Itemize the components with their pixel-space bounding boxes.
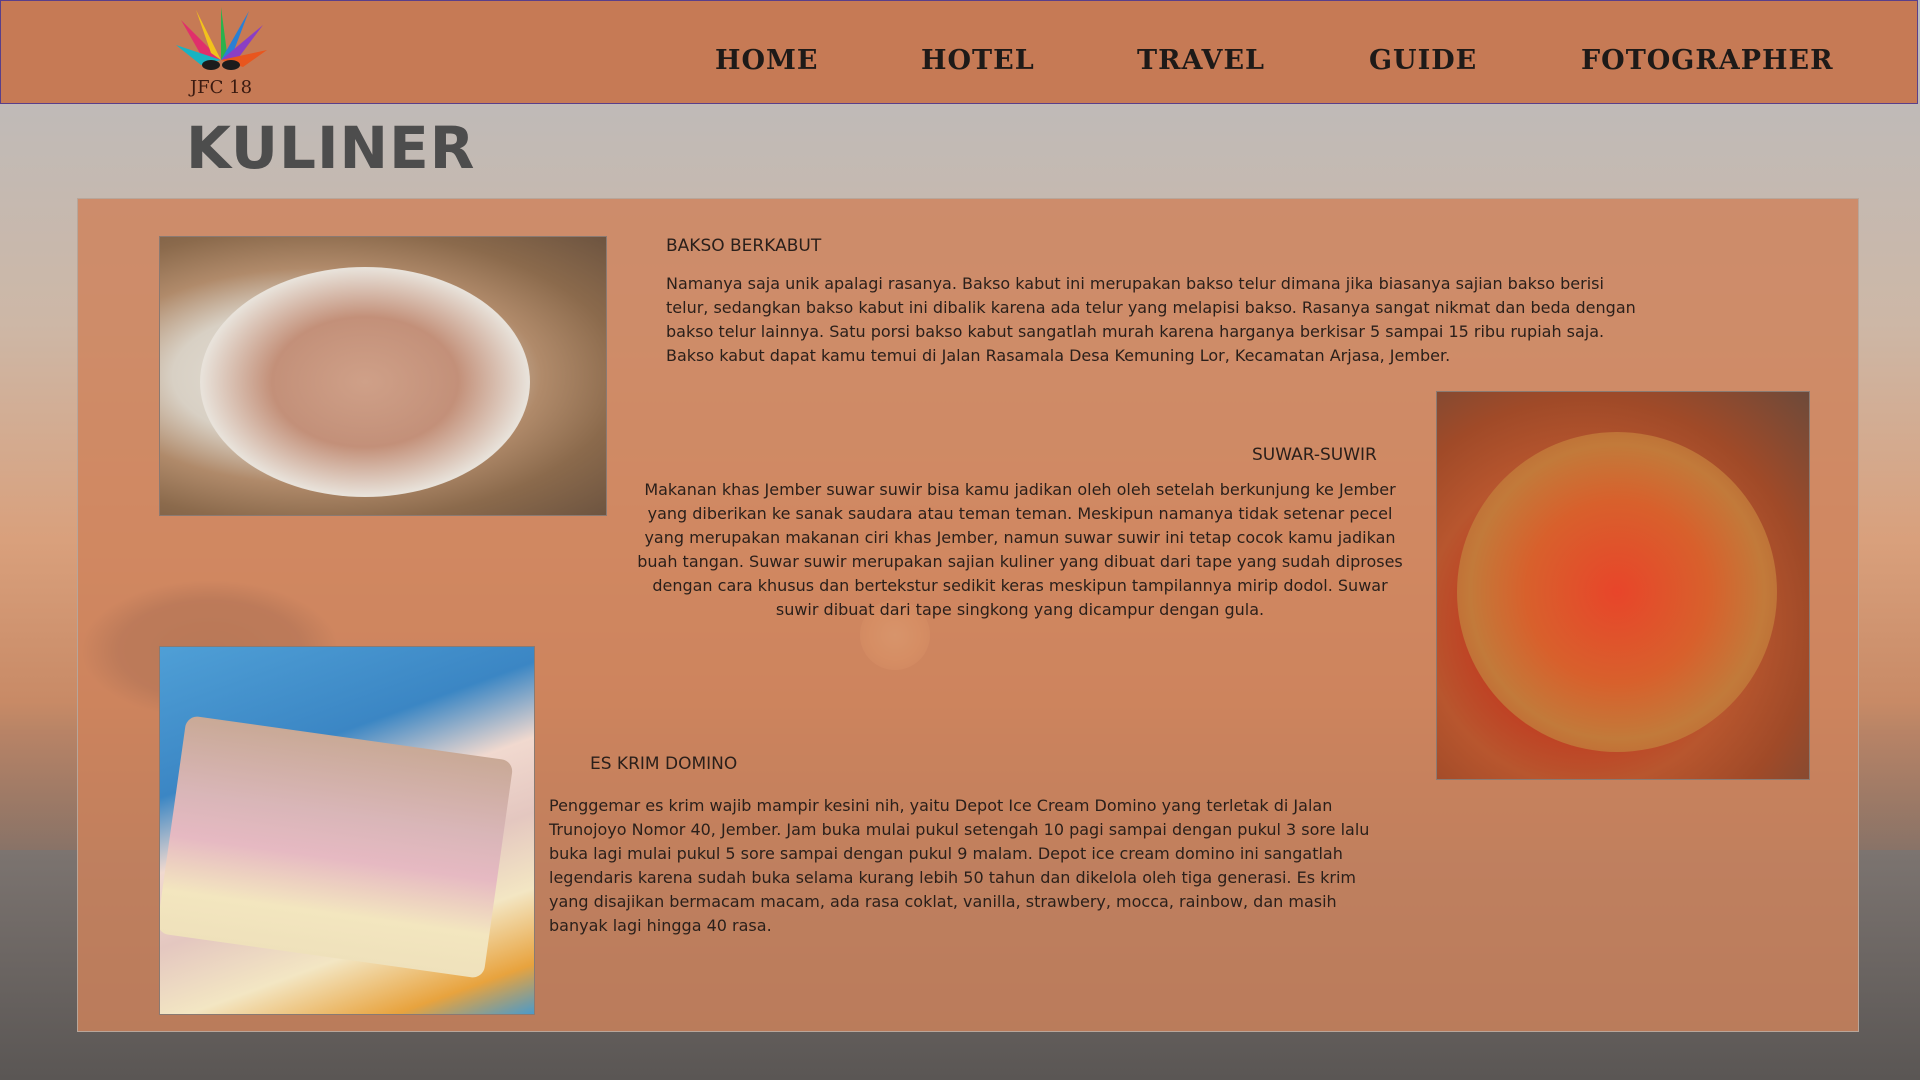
nav-hotel[interactable]: HOTEL <box>921 45 1035 76</box>
nav-travel[interactable]: TRAVEL <box>1137 45 1265 76</box>
suwar-suwir-food <box>1457 432 1777 752</box>
top-navbar: JFC 18 HOME HOTEL TRAVEL GUIDE FOTOGRAPH… <box>0 0 1918 104</box>
suwar-suwir-photo <box>1436 391 1810 780</box>
bakso-photo <box>159 236 607 516</box>
nav-guide[interactable]: GUIDE <box>1369 45 1477 76</box>
bakso-bowl <box>200 267 530 497</box>
item-text-es-krim: Penggemar es krim wajib mampir kesini ni… <box>549 796 1370 935</box>
item-title-suwar-suwir: SUWAR-SUWIR <box>1252 445 1377 465</box>
es-krim-slice <box>160 715 514 979</box>
item-text-suwar-suwir: Makanan khas Jember suwar suwir bisa kam… <box>637 480 1403 619</box>
jfc-logo[interactable]: JFC 18 <box>171 5 271 98</box>
item-text-bakso: Namanya saja unik apalagi rasanya. Bakso… <box>666 274 1636 365</box>
nav-fotographer[interactable]: FOTOGRAPHER <box>1581 45 1834 76</box>
page-title: KULINER <box>186 114 476 182</box>
es-krim-photo <box>159 646 535 1015</box>
nav-home[interactable]: HOME <box>715 45 819 76</box>
logo-text: JFC 18 <box>188 77 252 97</box>
item-title-bakso: BAKSO BERKABUT <box>666 236 822 256</box>
item-title-es-krim: ES KRIM DOMINO <box>590 754 738 774</box>
